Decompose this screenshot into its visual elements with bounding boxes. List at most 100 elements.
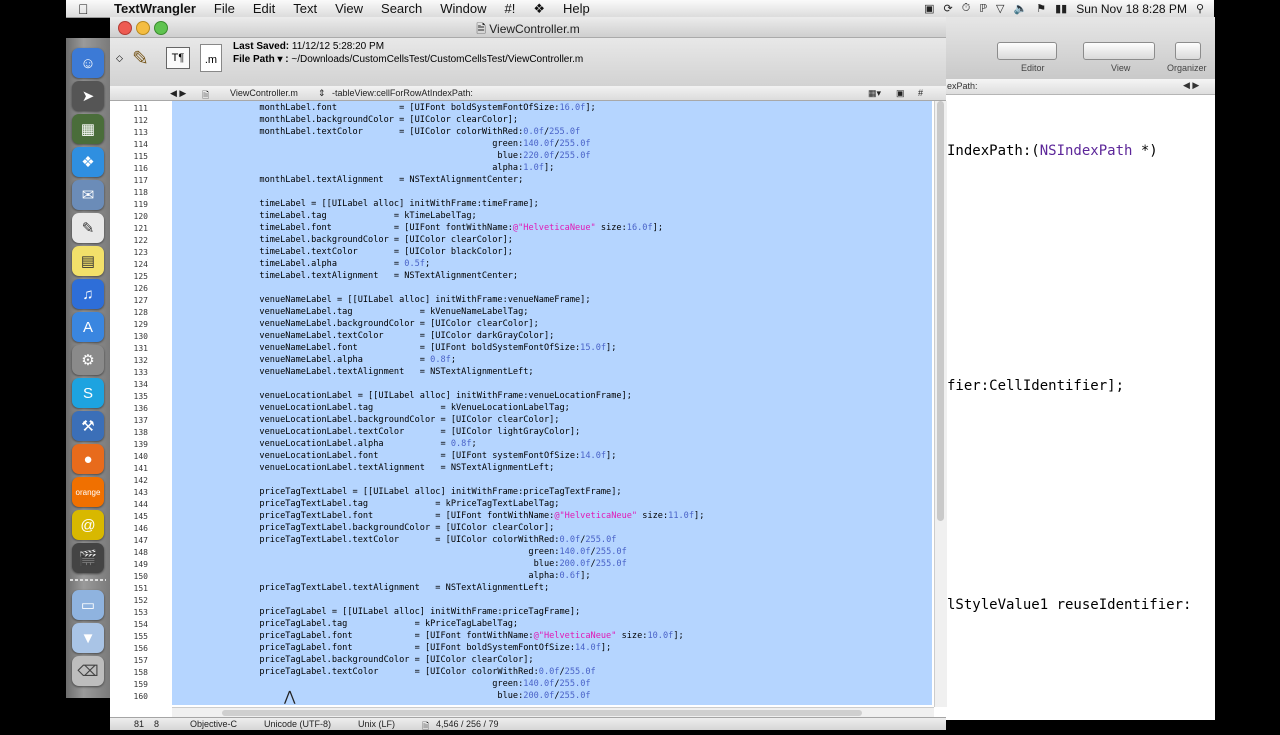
menu-file[interactable]: File xyxy=(205,1,244,16)
xcode-code-line: fier:CellIdentifier]; xyxy=(947,378,1125,394)
sync-icon[interactable]: ⟳ xyxy=(944,2,953,15)
stickies-icon[interactable]: ▤ xyxy=(72,246,104,276)
menu-help[interactable]: Help xyxy=(554,1,599,16)
navigation-bar: ◀ ▶ 🗎 ViewController.m ⇕ -tableView:cell… xyxy=(110,86,946,101)
code-line: timeLabel.font = [UIFont fontWithName:@"… xyxy=(218,223,663,233)
skype-icon[interactable]: S xyxy=(72,378,104,408)
line-number: 146 xyxy=(133,524,148,533)
line-number: 143 xyxy=(133,488,148,497)
dock: ☺ ➤ ▦ ❖ ✉ ✎ ▤ ♫ A ⚙ S ⚒ ● orange @ 🎬 ▭ ▼… xyxy=(66,38,111,698)
app-store-icon[interactable]: A xyxy=(72,312,104,342)
textedit-icon[interactable]: ✎ xyxy=(72,213,104,243)
file-type-icon[interactable]: .m xyxy=(200,44,222,72)
orange-app-icon[interactable]: orange xyxy=(72,477,104,507)
encoding-popup[interactable]: Unicode (UTF-8) xyxy=(264,719,331,729)
code-line: alpha:0.6f]; xyxy=(218,571,591,581)
mail-icon[interactable]: ✉ xyxy=(72,180,104,210)
xcode-jump-bar[interactable]: exPath: ◀ ▶ xyxy=(945,79,1215,95)
menu-shebang[interactable]: #! xyxy=(495,1,524,16)
folder-icon[interactable]: ▭ xyxy=(72,590,104,620)
line-number: 113 xyxy=(133,128,148,137)
hash-popup[interactable]: # xyxy=(918,88,923,98)
bluetooth-icon[interactable]: ℙ xyxy=(979,2,987,15)
code-line: venueLocationLabel = [[UILabel alloc] in… xyxy=(218,391,632,401)
code-editor[interactable]: monthLabel.font = [UIFont boldSystemFont… xyxy=(172,101,934,707)
pencil-icon[interactable]: ✎ xyxy=(132,46,149,71)
view-segmented-control[interactable] xyxy=(1083,42,1155,60)
swirl-app-icon[interactable]: @ xyxy=(72,510,104,540)
code-line: venueNameLabel.backgroundColor = [UIColo… xyxy=(218,319,539,329)
code-line: monthLabel.backgroundColor = [UIColor cl… xyxy=(218,115,519,125)
text-options-icon[interactable]: T¶ xyxy=(166,47,190,69)
line-number: 133 xyxy=(133,368,148,377)
disclosure-icon[interactable]: ◇ xyxy=(116,53,123,64)
status-bar: 81 8 Objective-C Unicode (UTF-8) Unix (L… xyxy=(110,717,946,731)
trash-icon[interactable]: ⌫ xyxy=(72,656,104,686)
document-toolbar: ◇ ✎ T¶ .m Last Saved: 11/12/12 5:28:20 P… xyxy=(110,38,946,87)
code-line: priceTagLabel.tag = kPriceTagLabelTag; xyxy=(218,619,519,629)
battery-icon[interactable]: ▮▮ xyxy=(1055,2,1067,15)
apple-icon[interactable]:  xyxy=(78,1,92,17)
camera-icon[interactable]: ▣ xyxy=(924,2,934,15)
code-line: blue:220.0f/255.0f xyxy=(218,151,591,161)
system-preferences-icon[interactable]: ⚙ xyxy=(72,345,104,375)
code-line: green:140.0f/255.0f xyxy=(218,679,591,689)
xcode-toolbar: Editor View Organizer xyxy=(945,17,1215,80)
document-stats-icon: 🗎 xyxy=(422,721,430,731)
spotlight-icon[interactable]: ⚲ xyxy=(1196,2,1204,15)
title-bar: 🗎 ViewController.m xyxy=(110,17,946,38)
menu-search[interactable]: Search xyxy=(372,1,431,16)
safari-icon[interactable]: ❖ xyxy=(72,147,104,177)
menu-text[interactable]: Text xyxy=(284,1,326,16)
nav-arrows-icon[interactable]: ◀ ▶ xyxy=(1183,80,1199,91)
flag-icon[interactable]: ⚑ xyxy=(1036,2,1046,15)
view-label: View xyxy=(1111,63,1131,73)
counterpart-icon[interactable]: ▣ xyxy=(896,88,905,99)
time-machine-icon[interactable]: ⏱ xyxy=(962,2,971,15)
code-line: venueNameLabel.font = [UIFont boldSystem… xyxy=(218,343,617,353)
wifi-icon[interactable]: ▽ xyxy=(996,2,1004,15)
line-endings-popup[interactable]: Unix (LF) xyxy=(358,719,395,729)
back-forward-icon[interactable]: ◀ ▶ xyxy=(170,88,186,99)
jump-bar-path: exPath: xyxy=(947,81,978,91)
markers-icon[interactable]: ▦▾ xyxy=(868,88,881,99)
editor-segmented-control[interactable] xyxy=(997,42,1057,60)
xcode-icon[interactable]: ⚒ xyxy=(72,411,104,441)
vertical-scrollbar[interactable] xyxy=(934,101,947,707)
menu-window[interactable]: Window xyxy=(431,1,495,16)
line-number: 157 xyxy=(133,656,148,665)
menu-view[interactable]: View xyxy=(326,1,372,16)
itunes-icon[interactable]: ♫ xyxy=(72,279,104,309)
mission-control-icon[interactable]: ▦ xyxy=(72,114,104,144)
file-popup-arrow-icon[interactable]: ⇕ xyxy=(318,88,326,99)
firefox-icon[interactable]: ● xyxy=(72,444,104,474)
xcode-code-line: lStyleValue1 reuseIdentifier: xyxy=(947,597,1192,613)
line-number: 121 xyxy=(133,224,148,233)
launchpad-icon[interactable]: ➤ xyxy=(72,81,104,111)
movie-app-icon[interactable]: 🎬 xyxy=(72,543,104,573)
line-number: 120 xyxy=(133,212,148,221)
line-number: 138 xyxy=(133,428,148,437)
last-saved: Last Saved: 11/12/12 5:28:20 PM xyxy=(233,41,385,52)
menu-edit[interactable]: Edit xyxy=(244,1,284,16)
horizontal-scroll-thumb[interactable] xyxy=(222,710,862,716)
file-path[interactable]: File Path ▾ : ~/Downloads/CustomCellsTes… xyxy=(233,54,583,65)
volume-icon[interactable]: 🔈 xyxy=(1014,2,1028,15)
function-popup[interactable]: -tableView:cellForRowAtIndexPath: xyxy=(332,88,473,98)
line-number: 129 xyxy=(133,320,148,329)
line-number: 136 xyxy=(133,404,148,413)
downloads-folder-icon[interactable]: ▼ xyxy=(72,623,104,653)
finder-icon[interactable]: ☺ xyxy=(72,48,104,78)
line-number: 130 xyxy=(133,332,148,341)
file-popup[interactable]: ViewController.m xyxy=(230,88,298,98)
vertical-scroll-thumb[interactable] xyxy=(937,101,944,521)
script-icon[interactable]: ❖ xyxy=(524,1,554,17)
language-popup[interactable]: Objective-C xyxy=(190,719,237,729)
menubar-clock[interactable]: Sun Nov 18 8:28 PM xyxy=(1076,2,1187,16)
line-number: 155 xyxy=(133,632,148,641)
code-line: monthLabel.textColor = [UIColor colorWit… xyxy=(218,127,581,137)
menu-app[interactable]: TextWrangler xyxy=(100,1,205,16)
code-line: priceTagLabel.font = [UIFont fontWithNam… xyxy=(218,631,684,641)
line-number: 160 xyxy=(133,692,148,701)
organizer-button[interactable] xyxy=(1175,42,1201,60)
